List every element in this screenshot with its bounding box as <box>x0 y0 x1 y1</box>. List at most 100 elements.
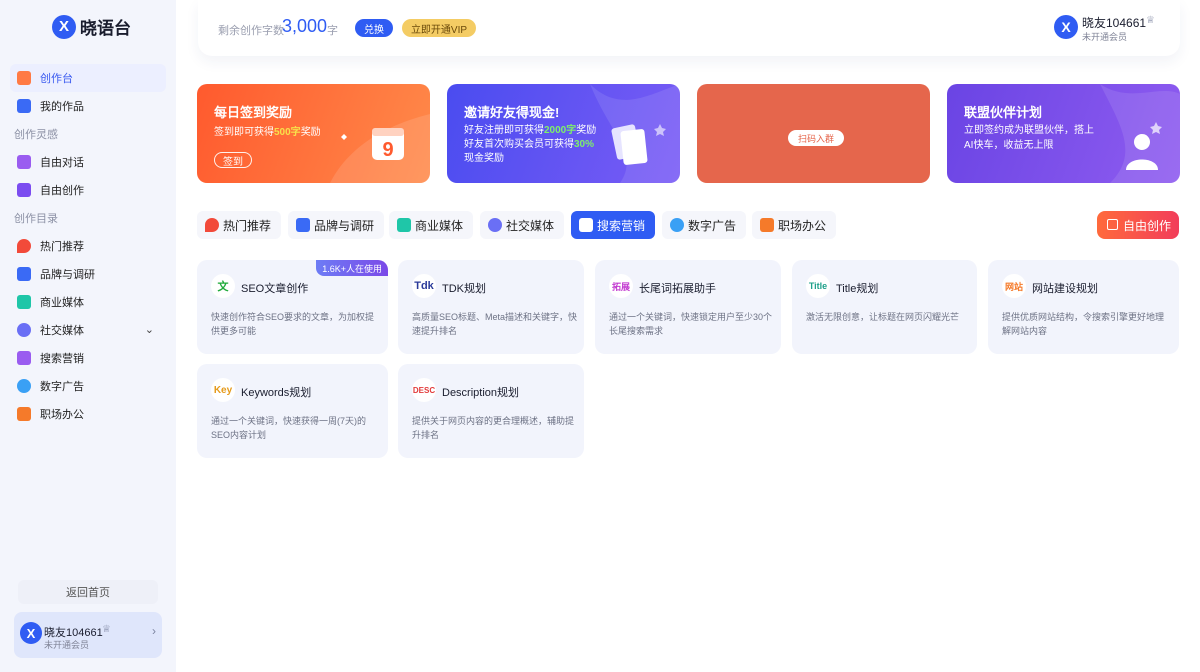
sidebar-item-label: 我的作品 <box>40 101 84 113</box>
digital-ad-icon <box>17 379 31 393</box>
banner-daily-checkin[interactable]: 9 每日签到奖励 签到即可获得500字奖励 签到 <box>197 84 430 183</box>
card-description-plan[interactable]: DESC Description规划 提供关于网页内容的更合理概述，辅助提升排名 <box>398 364 584 458</box>
tab-search-marketing[interactable]: 搜索营销 <box>571 211 656 239</box>
sidebar-item-office[interactable]: 职场办公 <box>10 400 166 428</box>
exchange-button[interactable]: 兑换 <box>355 19 393 37</box>
crown-icon: ♕ <box>102 624 111 635</box>
button-label: 自由创作 <box>1123 218 1172 233</box>
digital-ad-icon <box>670 218 684 232</box>
card-title: Keywords规划 <box>241 387 312 399</box>
tab-label: 数字广告 <box>688 218 737 233</box>
usage-badge: 1.6K+人在使用 <box>316 260 388 276</box>
brand-research-icon <box>296 218 310 232</box>
tab-digital-ad[interactable]: 数字广告 <box>662 211 747 239</box>
card-description: 提供优质网站结构，令搜索引擎更好地理解网站内容 <box>1002 312 1165 336</box>
card-longtail[interactable]: 拓展 长尾词拓展助手 通过一个关键词，快速锁定用户至少30个长尾搜索需求 <box>595 260 781 354</box>
banner-text: 现金奖励 <box>464 153 504 164</box>
sidebar-item-hot[interactable]: 热门推荐 <box>10 232 166 260</box>
tab-hot[interactable]: 热门推荐 <box>197 211 282 239</box>
card-title: TDK规划 <box>442 283 486 295</box>
sidebar-item-search-marketing[interactable]: 搜索营销 <box>10 344 166 372</box>
open-vip-button[interactable]: 立即开通VIP <box>402 19 476 37</box>
quota-label: 剩余创作字数 <box>218 25 284 37</box>
tab-label: 品牌与调研 <box>314 218 375 233</box>
sidebar-item-my-works[interactable]: 我的作品 <box>10 92 166 120</box>
sidebar-item-brand-research[interactable]: 品牌与调研 <box>10 260 166 288</box>
avatar: X <box>1054 15 1078 39</box>
banner-join-group[interactable]: 扫码入群 <box>697 84 930 183</box>
banner-text: 立即签约成为联盟伙伴，搭上 <box>964 125 1094 136</box>
sidebar-item-label: 自由对话 <box>40 157 84 169</box>
my-works-icon <box>17 99 31 113</box>
free-create-button[interactable]: 自由创作 <box>1097 211 1179 239</box>
banner-title: 邀请好友得现金! <box>464 105 560 120</box>
keywords-icon: Key <box>211 378 235 402</box>
sidebar-item-label: 热门推荐 <box>40 241 84 253</box>
sidebar-item-label: 创作台 <box>40 73 73 85</box>
checkin-button[interactable]: 签到 <box>214 152 252 168</box>
banner-text-part: 好友注册即可获得 <box>464 125 544 136</box>
tdk-icon: Tdk <box>412 274 436 298</box>
logo-icon: X <box>52 14 76 39</box>
banner-text-part: 奖励 <box>300 127 321 138</box>
sidebar-item-label: 搜索营销 <box>40 353 84 365</box>
chevron-down-icon[interactable]: ⌄ <box>145 323 154 336</box>
sidebar-item-label: 品牌与调研 <box>40 269 95 281</box>
quota-value: 3,000 <box>282 16 328 36</box>
sidebar-item-label: 商业媒体 <box>40 297 84 309</box>
membership-status: 未开通会员 <box>44 640 90 650</box>
tab-business-media[interactable]: 商业媒体 <box>389 211 474 239</box>
title-icon: Title <box>806 274 830 298</box>
tab-label: 热门推荐 <box>223 218 272 233</box>
office-icon <box>17 407 31 421</box>
top-bar: 剩余创作字数 3,000 字 兑换 立即开通VIP X 晓友104661 ♕ 未… <box>198 0 1180 56</box>
tab-social-media[interactable]: 社交媒体 <box>480 211 565 239</box>
sidebar-item-social-media[interactable]: 社交媒体 ⌄ <box>10 316 166 344</box>
banner-text: 好友首次购买会员可获得30% <box>464 138 594 152</box>
card-keywords[interactable]: Key Keywords规划 通过一个关键词，快速获得一周(7天)的SEO内容计… <box>197 364 388 458</box>
description-icon: DESC <box>412 378 436 402</box>
card-tdk[interactable]: Tdk TDK规划 高质量SEO标题、Meta描述和关键字，快速提升排名 <box>398 260 584 354</box>
sidebar-user-card[interactable]: X 晓友104661 ♕ 未开通会员 › <box>14 612 162 658</box>
card-description: 通过一个关键词，快速获得一周(7天)的SEO内容计划 <box>211 416 367 440</box>
social-media-icon <box>488 218 502 232</box>
tab-office[interactable]: 职场办公 <box>752 211 837 239</box>
sidebar-item-create-desk[interactable]: 创作台 <box>10 64 166 92</box>
sidebar-item-digital-ad[interactable]: 数字广告 <box>10 372 166 400</box>
office-icon <box>760 218 774 232</box>
banner-title: 联盟伙伴计划 <box>964 105 1043 120</box>
back-home-button[interactable]: 返回首页 <box>18 580 158 604</box>
tab-label: 社交媒体 <box>506 218 555 233</box>
sidebar-item-free-chat[interactable]: 自由对话 <box>10 148 166 176</box>
search-marketing-icon <box>579 218 593 232</box>
edit-icon <box>1107 219 1118 230</box>
sidebar-item-label: 职场办公 <box>40 409 84 421</box>
chat-icon <box>17 155 31 169</box>
card-seo-article[interactable]: 1.6K+人在使用 文 SEO文章创作 快速创作符合SEO要求的文章，为加权提供… <box>197 260 388 354</box>
avatar: X <box>20 622 42 644</box>
hot-icon <box>205 218 219 232</box>
app-logo[interactable]: X 晓语台 <box>52 14 131 39</box>
section-inspiration: 创作灵感 <box>14 129 58 141</box>
scan-join-group-button[interactable]: 扫码入群 <box>788 130 844 146</box>
banner-partner-program[interactable]: 联盟伙伴计划 立即签约成为联盟伙伴，搭上 AI快车，收益无上限 <box>947 84 1180 183</box>
business-media-icon <box>17 295 31 309</box>
sidebar-item-free-create[interactable]: 自由创作 <box>10 176 166 204</box>
membership-status: 未开通会员 <box>1082 32 1128 42</box>
banner-text-part: 好友首次购买会员可获得 <box>464 139 574 150</box>
business-media-icon <box>397 218 411 232</box>
tab-brand-research[interactable]: 品牌与调研 <box>288 211 385 239</box>
gift-icon: 9 <box>330 114 430 183</box>
card-title: SEO文章创作 <box>241 283 309 295</box>
user-name: 晓友104661 <box>1082 16 1147 30</box>
sidebar-item-label: 数字广告 <box>40 381 84 393</box>
card-title: 长尾词拓展助手 <box>639 283 716 295</box>
sidebar-item-business-media[interactable]: 商业媒体 <box>10 288 166 316</box>
card-description: 快速创作符合SEO要求的文章，为加权提供更多可能 <box>211 312 375 336</box>
card-title-plan[interactable]: Title Title规划 激活无限创意，让标题在网页闪耀光芒 <box>792 260 977 354</box>
banner-highlight: 30% <box>574 139 595 150</box>
card-description: 激活无限创意，让标题在网页闪耀光芒 <box>806 312 960 322</box>
sidebar-item-label: 社交媒体 <box>40 325 84 337</box>
banner-invite-friends[interactable]: 邀请好友得现金! 好友注册即可获得2000字奖励 好友首次购买会员可获得30% … <box>447 84 680 183</box>
card-website-plan[interactable]: 网站 网站建设规划 提供优质网站结构，令搜索引擎更好地理解网站内容 <box>988 260 1179 354</box>
